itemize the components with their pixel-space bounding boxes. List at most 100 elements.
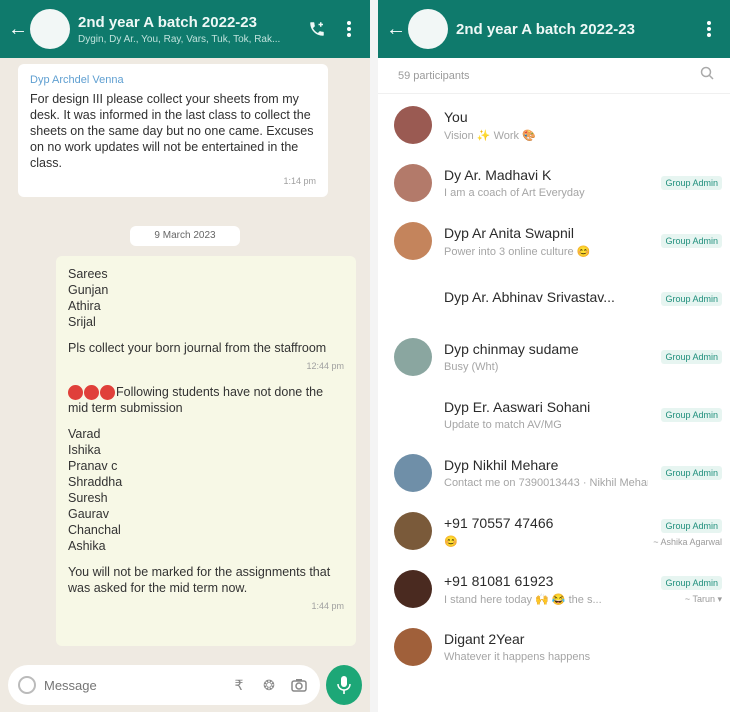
participant-status: Contact me on 7390013443 · Nikhil Mehare (444, 477, 648, 489)
participant-status: Whatever it happens happens (444, 651, 591, 663)
participant-info: +91 70557 47466 😊 (444, 515, 648, 548)
participant-meta: Group Admin (648, 231, 722, 252)
participant-avatar[interactable] (394, 106, 432, 144)
composer: ₹ ❂ (0, 658, 370, 712)
mic-button[interactable] (326, 665, 362, 705)
participant-status: Busy (Wht) (444, 361, 499, 373)
list-item: Varad (68, 427, 101, 442)
list-item: Gaurav (68, 507, 109, 522)
date-chip: 9 March 2023 (130, 226, 240, 246)
participant-info: Digant 2Year Whatever it happens happens (444, 631, 648, 663)
participant-avatar[interactable] (394, 396, 432, 434)
red-circle-icon (84, 385, 99, 401)
participant-name: Dyp Er. Aaswari Sohani (444, 399, 591, 415)
participant-row[interactable]: Dyp Er. Aaswari Sohani Update to match A… (378, 386, 730, 444)
attachment-icon[interactable]: ❂ (258, 674, 280, 696)
message-input-container[interactable]: ₹ ❂ (8, 665, 320, 705)
message-sender: Dyp Archdel Venna (30, 74, 124, 86)
more-options-icon[interactable] (336, 16, 362, 42)
outgoing-message[interactable]: Sarees Gunjan Athira Srijal Pls collect … (56, 256, 356, 646)
final-message: You will not be marked for the assignmen… (68, 564, 344, 614)
participant-avatar[interactable] (394, 512, 432, 550)
names-list-2: Varad Ishika Pranav c Shraddha Suresh Ga… (68, 426, 344, 554)
participant-row[interactable]: You Vision ✨ Work 🎨 (378, 96, 730, 154)
participant-meta: Group Admin (648, 173, 722, 194)
participant-avatar[interactable] (394, 280, 432, 318)
back-arrow-icon[interactable]: ← (386, 18, 406, 41)
participants-header: 59 participants (378, 58, 730, 94)
participant-name: +91 70557 47466 (444, 514, 554, 531)
participant-meta: Group Admin (648, 405, 722, 426)
emoji-icon[interactable] (18, 676, 36, 694)
more-options-icon[interactable] (696, 16, 722, 42)
list-item: Athira (68, 299, 101, 313)
participant-row[interactable]: +91 70557 47466 😊 Group Admin ~ Ashika A… (378, 502, 730, 560)
add-call-icon[interactable] (304, 16, 330, 42)
participant-extra: ~ Ashika Agarwal (653, 536, 722, 547)
message-text: For design III please collect your sheet… (30, 92, 314, 170)
admin-badge: Group Admin (661, 407, 722, 422)
message-text: You will not be marked for the assignmen… (68, 565, 331, 596)
red-circle-icon (68, 385, 83, 401)
participant-info: Dyp Nikhil Mehare Contact me on 73900134… (444, 457, 648, 489)
participant-info: Dyp Er. Aaswari Sohani Update to match A… (444, 399, 648, 431)
chat-subtitle: Dygin, Dy Ar., You, Ray, Vars, Tuk, Tok,… (78, 33, 281, 45)
participant-avatar[interactable] (394, 222, 432, 260)
participant-status: I stand here today 🙌 😂 the s... (444, 593, 602, 606)
list-item: Ishika (68, 443, 101, 458)
group-title-area: 2nd year A batch 2022-23 (456, 21, 690, 38)
participant-row[interactable]: Digant 2Year Whatever it happens happens (378, 618, 730, 676)
participant-row[interactable]: Dyp Nikhil Mehare Contact me on 73900134… (378, 444, 730, 502)
names-list-1: Sarees Gunjan Athira Srijal (68, 266, 344, 330)
participant-meta (648, 646, 722, 649)
participant-meta (648, 124, 722, 127)
participant-name: Dyp Ar. Abhinav Srivastav... (444, 289, 615, 305)
back-arrow-icon[interactable]: ← (8, 18, 28, 41)
chat-title-area[interactable]: 2nd year A batch 2022-23 Dygin, Dy Ar., … (78, 14, 298, 45)
chat-panel: ← 2nd year A batch 2022-23 Dygin, Dy Ar.… (0, 0, 370, 712)
message-text: Pls collect your born journal from the s… (68, 341, 327, 355)
participant-avatar[interactable] (394, 570, 432, 608)
participant-name: +91 81081 61923 (444, 572, 554, 589)
participant-avatar[interactable] (394, 164, 432, 202)
participant-row[interactable]: Dy Ar. Madhavi K I am a coach of Art Eve… (378, 154, 730, 212)
participant-name: You (444, 108, 468, 125)
list-item: Srijal (68, 315, 96, 329)
participant-status: I am a coach of Art Everyday (444, 187, 585, 199)
follow-line: Following students have not done the mid… (68, 384, 344, 416)
incoming-message[interactable]: Dyp Archdel Venna For design III please … (18, 64, 328, 197)
participant-info: Dyp Ar Anita Swapnil Power into 3 online… (444, 225, 648, 258)
group-info-header: ← 2nd year A batch 2022-23 (378, 0, 730, 58)
participant-row[interactable]: Dyp Ar. Abhinav Srivastav... Group Admin (378, 270, 730, 328)
admin-badge: Group Admin (661, 518, 722, 533)
panel-divider (370, 0, 378, 712)
participant-avatar[interactable] (394, 454, 432, 492)
list-item: Ashika (68, 539, 106, 554)
participant-info: Dyp chinmay sudame Busy (Wht) (444, 341, 648, 373)
participant-list: You Vision ✨ Work 🎨 Dy Ar. Madhavi K I a… (378, 96, 730, 676)
participant-row[interactable]: Dyp Ar Anita Swapnil Power into 3 online… (378, 212, 730, 270)
admin-badge: Group Admin (661, 576, 722, 590)
participant-avatar[interactable] (394, 338, 432, 376)
admin-badge: Group Admin (661, 233, 722, 248)
participant-row[interactable]: Dyp chinmay sudame Busy (Wht) Group Admi… (378, 328, 730, 386)
participant-extra: ~ Tarun ▾ (684, 594, 722, 604)
admin-badge: Group Admin (661, 349, 722, 364)
participant-status: Vision ✨ Work 🎨 (444, 129, 536, 142)
list-item: Gunjan (68, 283, 109, 297)
participant-meta: Group Admin (648, 463, 722, 484)
message-input[interactable] (44, 677, 220, 693)
message-list[interactable]: Dyp Archdel Venna For design III please … (0, 58, 370, 658)
mic-icon (337, 676, 351, 694)
group-avatar[interactable] (30, 9, 70, 49)
participant-avatar[interactable] (394, 628, 432, 666)
list-item: Suresh (68, 491, 108, 506)
red-circle-icon (100, 385, 115, 401)
message-time: 12:44 pm (306, 361, 344, 371)
participant-row[interactable]: +91 81081 61923 I stand here today 🙌 😂 t… (378, 560, 730, 618)
group-info-panel: ← 2nd year A batch 2022-23 59 participan… (378, 0, 730, 712)
camera-icon[interactable] (288, 674, 310, 696)
group-avatar[interactable] (408, 9, 448, 49)
search-icon[interactable] (700, 66, 714, 85)
rupee-icon[interactable]: ₹ (228, 674, 250, 696)
